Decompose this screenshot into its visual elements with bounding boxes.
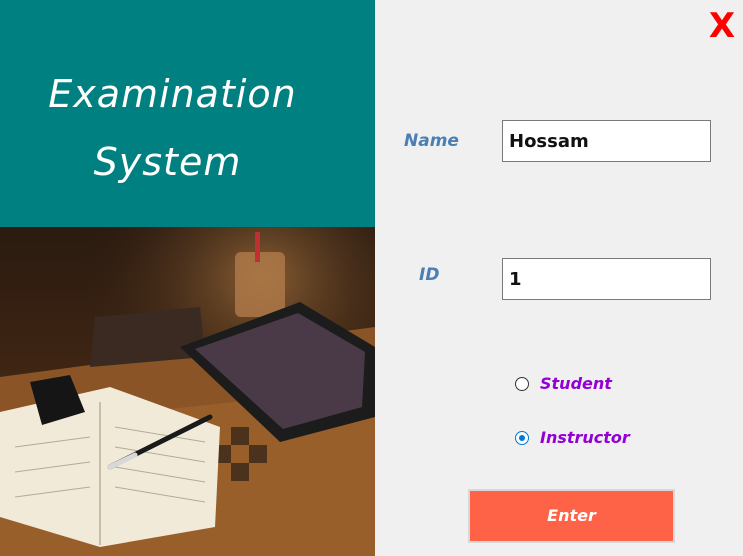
student-radio-option[interactable]: Student bbox=[515, 374, 612, 393]
desk-photo bbox=[0, 227, 375, 556]
radio-unchecked-icon[interactable] bbox=[515, 376, 529, 391]
close-button[interactable]: X bbox=[706, 8, 738, 44]
instructor-radio-option[interactable]: Instructor bbox=[515, 428, 630, 447]
name-input[interactable] bbox=[502, 120, 711, 162]
name-label: Name bbox=[404, 131, 459, 151]
student-radio-label[interactable]: Student bbox=[540, 374, 612, 393]
branding-panel: Examination System bbox=[0, 0, 375, 556]
id-input[interactable] bbox=[502, 258, 711, 300]
app-title-line2: System bbox=[93, 140, 242, 184]
instructor-radio-label[interactable]: Instructor bbox=[540, 428, 630, 447]
enter-button[interactable]: Enter bbox=[468, 489, 675, 543]
radio-checked-icon[interactable] bbox=[515, 430, 529, 445]
app-title-line1: Examination bbox=[48, 72, 297, 116]
title-block: Examination System bbox=[0, 0, 375, 227]
id-label: ID bbox=[419, 265, 440, 285]
